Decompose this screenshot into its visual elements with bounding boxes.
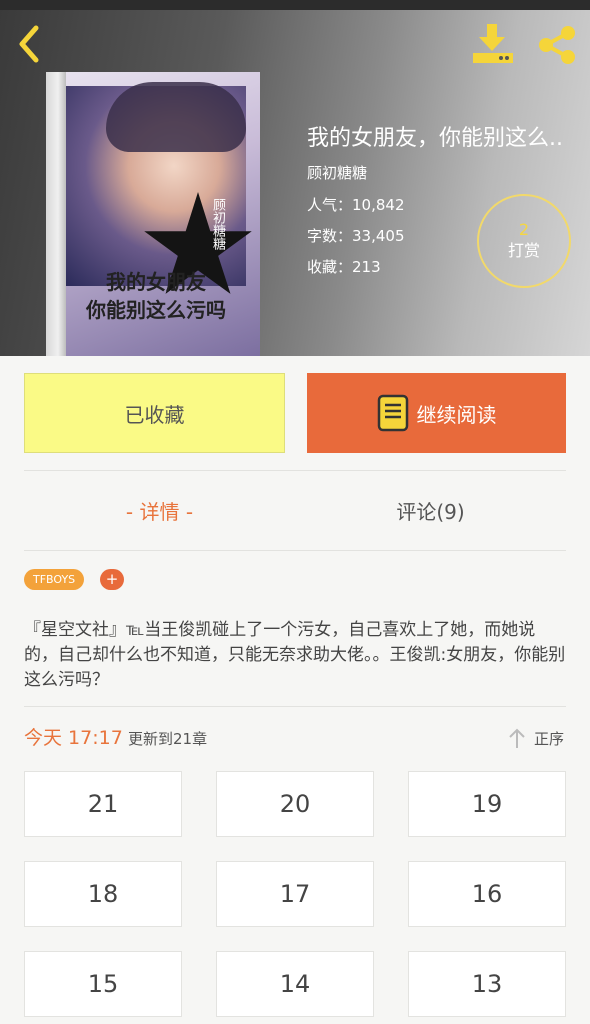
book-cover[interactable]: 顾初糖糖 我的女朋友 你能别这么污吗 xyxy=(46,72,260,356)
chapter-button[interactable]: 17 xyxy=(216,861,374,927)
collected-label: 已收藏 xyxy=(124,402,185,427)
book-title: 我的女朋友，你能别这么.. xyxy=(307,126,563,151)
share-button[interactable] xyxy=(534,22,580,68)
chapter-button[interactable]: 18 xyxy=(24,861,182,927)
tab-comments[interactable]: 评论(9) xyxy=(295,494,566,530)
add-tag-button[interactable]: + xyxy=(100,569,124,590)
author-name[interactable]: 顾初糖糖 xyxy=(307,162,367,184)
reward-button[interactable]: 2 打赏 xyxy=(477,194,571,288)
cover-photo-detail xyxy=(106,82,246,152)
chapter-button[interactable]: 15 xyxy=(24,951,182,1017)
chapter-button[interactable]: 19 xyxy=(408,771,566,837)
continue-label: 继续阅读 xyxy=(416,402,497,427)
collected-button[interactable]: 已收藏 xyxy=(24,373,285,453)
book-header: 顾初糖糖 我的女朋友 你能别这么污吗 我的女朋友，你能别这么.. 顾初糖糖 人气… xyxy=(0,0,590,356)
cover-author: 顾初糖糖 xyxy=(210,198,225,250)
continue-reading-button[interactable]: 继续阅读 xyxy=(307,373,566,453)
tab-details[interactable]: - 详情 - xyxy=(24,494,295,530)
chapter-button[interactable]: 16 xyxy=(408,861,566,927)
divider xyxy=(24,550,566,551)
download-button[interactable] xyxy=(470,20,516,66)
sort-arrow-icon xyxy=(509,728,525,748)
reward-label: 打赏 xyxy=(507,241,540,260)
share-icon xyxy=(539,26,575,64)
divider xyxy=(24,706,566,707)
status-bar xyxy=(0,0,590,10)
tag-tfboys[interactable]: TFBOYS xyxy=(24,569,85,590)
update-text: 更新到21章 xyxy=(128,730,208,748)
sort-label: 正序 xyxy=(534,729,565,748)
sort-button[interactable]: 正序 xyxy=(508,724,570,752)
cover-title: 我的女朋友 你能别这么污吗 xyxy=(86,270,226,322)
book-description: 『星空文社』℡当王俊凯碰上了一个污女，自己喜欢上了她，而她说的，自己却什么也不知… xyxy=(24,620,566,690)
cover-spine xyxy=(46,72,66,356)
reward-count: 2 xyxy=(518,220,530,239)
divider xyxy=(24,470,566,471)
favorites-stat: 收藏：213 xyxy=(307,258,381,276)
back-button[interactable] xyxy=(12,22,52,66)
chapter-button[interactable]: 13 xyxy=(408,951,566,1017)
download-icon xyxy=(473,24,513,63)
word-count-stat: 字数：33,405 xyxy=(307,227,405,245)
chapter-button[interactable]: 14 xyxy=(216,951,374,1017)
chapter-button[interactable]: 20 xyxy=(216,771,374,837)
popularity-stat: 人气：10,842 xyxy=(307,196,405,214)
chapter-button[interactable]: 21 xyxy=(24,771,182,837)
book-icon xyxy=(377,394,408,432)
update-time: 今天 17:17 xyxy=(24,727,123,749)
back-arrow-icon xyxy=(19,25,39,63)
